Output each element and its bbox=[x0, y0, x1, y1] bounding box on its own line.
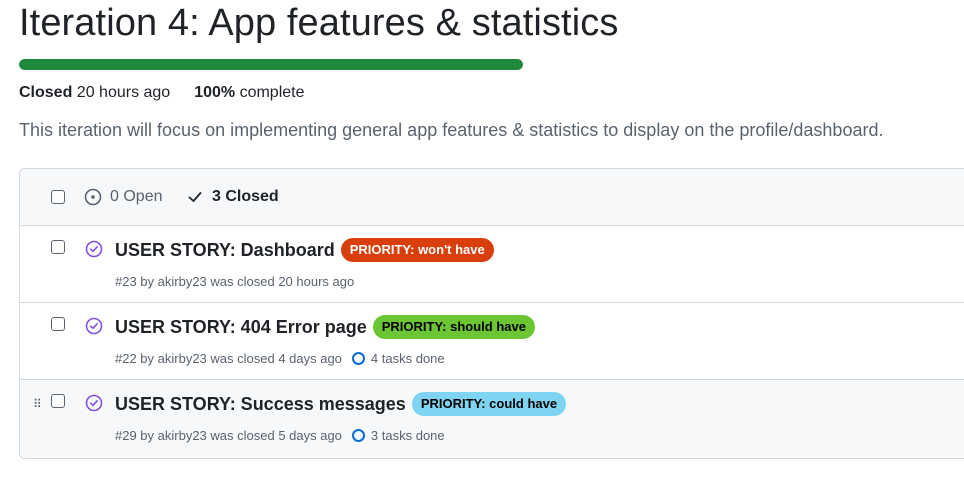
status-label: Closed bbox=[19, 84, 73, 101]
issue-meta: #22 by akirby23 was closed 4 days ago bbox=[115, 351, 342, 366]
priority-label[interactable]: PRIORITY: won't have bbox=[340, 238, 494, 262]
complete-label: complete bbox=[239, 84, 305, 101]
milestone-meta: Closed 20 hours ago 100% complete bbox=[19, 84, 305, 102]
issue-title-link[interactable]: USER STORY: Success messages bbox=[115, 394, 406, 415]
task-progress-icon bbox=[351, 429, 365, 442]
issue-meta: #23 by akirby23 was closed 20 hours ago bbox=[115, 274, 355, 289]
check-icon bbox=[188, 192, 202, 202]
issue-title-link[interactable]: USER STORY: Dashboard bbox=[115, 240, 335, 261]
issue-meta: #29 by akirby23 was closed 5 days ago bbox=[115, 428, 342, 443]
closed-time: 20 hours ago bbox=[76, 84, 171, 101]
milestone-progress-bar bbox=[19, 59, 523, 70]
priority-label[interactable]: PRIORITY: should have bbox=[372, 315, 535, 339]
closed-count-label: 3 Closed bbox=[212, 188, 279, 205]
issue-closed-icon bbox=[85, 394, 103, 412]
issue-open-icon bbox=[84, 188, 102, 206]
issue-closed-icon bbox=[85, 240, 103, 258]
issue-checkbox[interactable] bbox=[51, 394, 65, 408]
task-progress: 4 tasks done bbox=[351, 351, 445, 366]
issue-row[interactable]: USER STORY: 404 Error page PRIORITY: sho… bbox=[20, 303, 964, 380]
milestone-description: This iteration will focus on implementin… bbox=[19, 120, 884, 140]
issues-list-header: 0 Open 3 Closed bbox=[20, 169, 964, 226]
issue-closed-icon bbox=[85, 317, 103, 335]
issue-row[interactable]: USER STORY: Dashboard PRIORITY: won't ha… bbox=[20, 226, 964, 303]
select-all-checkbox[interactable] bbox=[51, 190, 65, 204]
issue-checkbox[interactable] bbox=[51, 317, 65, 331]
issue-row[interactable]: ⠿ USER STORY: Success messages PRIORITY:… bbox=[20, 380, 964, 458]
tasks-done-label: 4 tasks done bbox=[370, 351, 445, 366]
open-count-label: 0 Open bbox=[110, 188, 163, 205]
issues-list: 0 Open 3 Closed USER STORY: Dashboard PR… bbox=[19, 168, 964, 459]
tasks-done-label: 3 tasks done bbox=[370, 428, 445, 443]
percent-label: 100% bbox=[194, 84, 236, 101]
priority-label[interactable]: PRIORITY: could have bbox=[411, 392, 567, 416]
task-progress-icon bbox=[351, 352, 365, 365]
drag-handle-icon[interactable]: ⠿ bbox=[33, 398, 42, 410]
milestone-title: Iteration 4: App features & statistics bbox=[19, 2, 619, 44]
open-issues-filter[interactable]: 0 Open bbox=[84, 188, 162, 206]
task-progress: 3 tasks done bbox=[351, 428, 445, 443]
closed-issues-filter[interactable]: 3 Closed bbox=[186, 188, 279, 206]
issue-title-link[interactable]: USER STORY: 404 Error page bbox=[115, 317, 367, 338]
progress-bar-fill bbox=[19, 59, 523, 70]
issue-checkbox[interactable] bbox=[51, 240, 65, 254]
